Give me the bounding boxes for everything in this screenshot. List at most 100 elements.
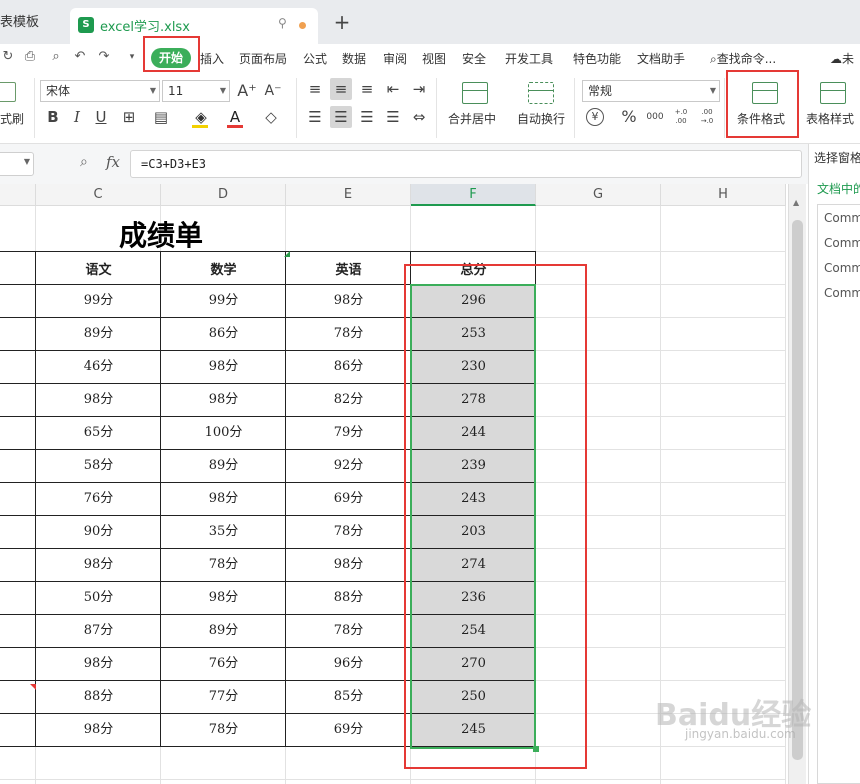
score-cell[interactable]: 46分 — [36, 350, 161, 383]
score-cell[interactable]: 78分 — [286, 515, 411, 548]
score-cell[interactable]: 98分 — [161, 581, 286, 614]
score-cell[interactable]: 88分 — [286, 581, 411, 614]
score-cell[interactable]: 82分 — [286, 383, 411, 416]
decrease-indent-icon[interactable]: ⇤ — [382, 78, 404, 100]
increase-indent-icon[interactable]: ⇥ — [408, 78, 430, 100]
score-cell[interactable]: 79分 — [286, 416, 411, 449]
distribute-icon[interactable]: ⇔ — [408, 106, 430, 128]
cloud-sync[interactable]: ☁未 — [830, 50, 854, 67]
pin-icon[interactable]: ⚲ — [278, 16, 287, 30]
menu-home[interactable]: 开始 — [151, 48, 191, 68]
new-tab-button[interactable]: + — [330, 10, 354, 34]
score-cell[interactable]: 50分 — [36, 581, 161, 614]
list-item[interactable]: Comm — [824, 261, 860, 275]
score-cell[interactable]: 78分 — [286, 317, 411, 350]
score-cell[interactable]: 99分 — [36, 284, 161, 317]
align-center-icon[interactable]: ☰ — [330, 106, 352, 128]
column-header-B[interactable] — [0, 184, 36, 206]
menu-view[interactable]: 视图 — [422, 50, 446, 67]
wrap-text-button[interactable]: 自动换行 — [517, 110, 565, 127]
score-cell[interactable]: 78分 — [161, 713, 286, 746]
align-middle-icon[interactable]: ≡ — [330, 78, 352, 100]
column-header-E[interactable]: E — [286, 184, 411, 206]
bold-button[interactable]: B — [42, 106, 64, 128]
merge-center-button[interactable]: 合并居中 — [448, 110, 496, 127]
currency-button[interactable]: ¥ — [586, 108, 604, 126]
menu-developer[interactable]: 开发工具 — [505, 50, 553, 67]
score-cell[interactable]: 89分 — [161, 614, 286, 647]
undo-history-icon[interactable]: ↻ — [0, 49, 16, 65]
fill-style-icon[interactable]: ▤ — [150, 106, 172, 128]
font-name-select[interactable]: 宋体 ▼ — [40, 80, 160, 102]
table-style-button[interactable]: 表格样式 — [806, 110, 854, 127]
list-item[interactable]: Comm — [824, 286, 860, 300]
column-header-D[interactable]: D — [161, 184, 286, 206]
score-cell[interactable]: 58分 — [36, 449, 161, 482]
menu-doc-assistant[interactable]: 文档助手 — [637, 50, 685, 67]
undo-icon[interactable]: ↶ — [72, 49, 88, 65]
tab-template[interactable]: 表模板 — [0, 8, 64, 38]
conditional-format-button[interactable]: 条件格式 — [737, 110, 785, 127]
increase-font-icon[interactable]: A⁺ — [236, 80, 258, 102]
scrollbar-thumb[interactable] — [792, 220, 803, 760]
score-cell[interactable]: 98分 — [286, 548, 411, 581]
score-cell[interactable]: 76分 — [161, 647, 286, 680]
border-icon[interactable]: ⊞ — [118, 106, 140, 128]
score-cell[interactable]: 69分 — [286, 482, 411, 515]
decrease-font-icon[interactable]: A⁻ — [262, 80, 284, 102]
menu-formulas[interactable]: 公式 — [303, 50, 327, 67]
menu-security[interactable]: 安全 — [462, 50, 486, 67]
thousands-button[interactable]: 000 — [644, 106, 666, 128]
conditional-format-icon[interactable] — [752, 82, 778, 104]
italic-button[interactable]: I — [66, 106, 88, 128]
score-cell[interactable]: 86分 — [286, 350, 411, 383]
score-cell[interactable]: 78分 — [286, 614, 411, 647]
score-cell[interactable]: 98分 — [286, 284, 411, 317]
number-format-select[interactable]: 常规 ▼ — [582, 80, 720, 102]
menu-review[interactable]: 审阅 — [383, 50, 407, 67]
score-cell[interactable]: 100分 — [161, 416, 286, 449]
scroll-up-icon[interactable]: ▲ — [793, 198, 799, 207]
font-size-select[interactable]: 11 ▼ — [162, 80, 230, 102]
score-cell[interactable]: 85分 — [286, 680, 411, 713]
column-header-G[interactable]: G — [536, 184, 661, 206]
format-painter-label[interactable]: 式刷 — [0, 110, 24, 127]
merge-center-icon[interactable] — [462, 82, 488, 104]
menu-features[interactable]: 特色功能 — [573, 50, 621, 67]
score-cell[interactable]: 98分 — [36, 713, 161, 746]
print-icon[interactable]: ⎙ — [22, 49, 38, 65]
underline-button[interactable]: U — [90, 106, 112, 128]
fx-icon[interactable]: fx — [106, 153, 120, 171]
menu-data[interactable]: 数据 — [342, 50, 366, 67]
decrease-decimal-button[interactable]: .00 →.0 — [696, 106, 718, 128]
score-cell[interactable]: 92分 — [286, 449, 411, 482]
print-preview-icon[interactable]: ⌕ — [48, 49, 64, 65]
wrap-text-icon[interactable] — [528, 82, 554, 104]
zoom-formula-icon[interactable]: ⌕ — [80, 154, 88, 170]
percent-button[interactable]: % — [618, 106, 640, 128]
score-cell[interactable]: 99分 — [161, 284, 286, 317]
score-cell[interactable]: 77分 — [161, 680, 286, 713]
list-item[interactable]: Comm — [824, 236, 860, 250]
score-cell[interactable]: 35分 — [161, 515, 286, 548]
score-cell[interactable]: 98分 — [161, 350, 286, 383]
align-right-icon[interactable]: ☰ — [356, 106, 378, 128]
score-cell[interactable]: 88分 — [36, 680, 161, 713]
score-cell[interactable]: 89分 — [161, 449, 286, 482]
clear-format-icon[interactable]: ◇ — [260, 106, 282, 128]
score-cell[interactable]: 65分 — [36, 416, 161, 449]
table-style-icon[interactable] — [820, 82, 846, 104]
column-header-F[interactable]: F — [411, 184, 536, 206]
score-cell[interactable]: 87分 — [36, 614, 161, 647]
quick-access-dropdown-icon[interactable]: ▾ — [124, 49, 140, 65]
name-box[interactable]: ▼ — [0, 152, 34, 176]
score-cell[interactable]: 78分 — [161, 548, 286, 581]
align-bottom-icon[interactable]: ≡ — [356, 78, 378, 100]
tab-excel-file[interactable]: S excel学习.xlsx ⚲ — [70, 8, 318, 44]
score-cell[interactable]: 96分 — [286, 647, 411, 680]
score-cell[interactable]: 86分 — [161, 317, 286, 350]
justify-icon[interactable]: ☰ — [382, 106, 404, 128]
score-cell[interactable]: 76分 — [36, 482, 161, 515]
column-header-C[interactable]: C — [36, 184, 161, 206]
score-cell[interactable]: 69分 — [286, 713, 411, 746]
